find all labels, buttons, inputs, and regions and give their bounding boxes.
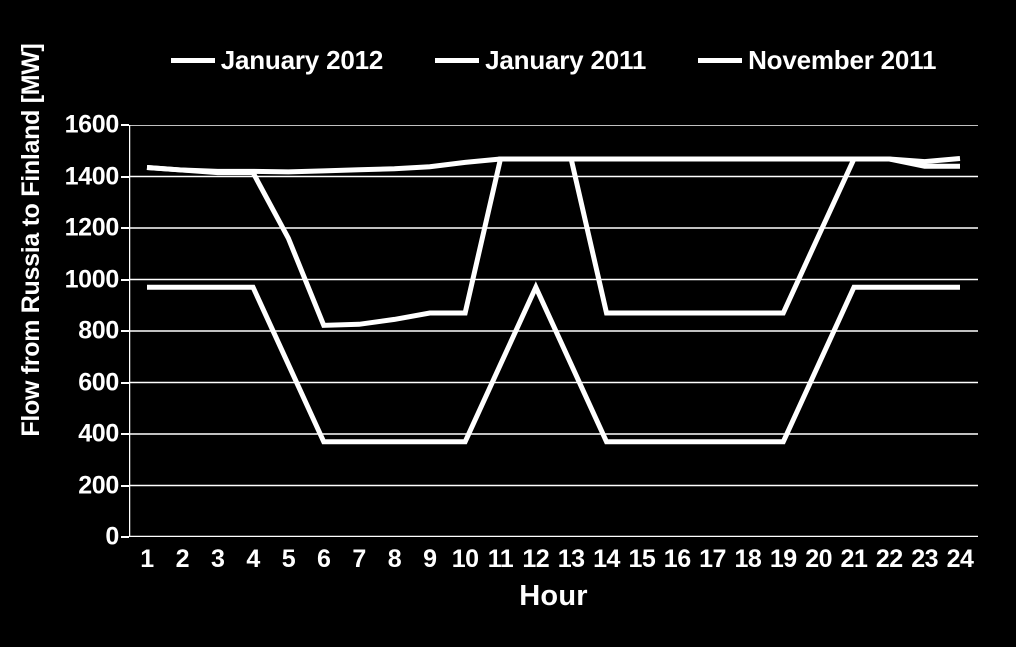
legend-line-swatch-icon bbox=[698, 57, 743, 63]
x-tick-label: 16 bbox=[663, 545, 691, 573]
y-tick-mark bbox=[121, 484, 129, 487]
x-tick-label: 13 bbox=[557, 545, 585, 573]
legend-label: January 2012 bbox=[220, 45, 384, 75]
y-tick-label: 800 bbox=[78, 316, 119, 345]
series-line-january-2011 bbox=[146, 156, 960, 328]
legend-label: November 2011 bbox=[748, 45, 937, 75]
x-tick-label: 12 bbox=[522, 545, 550, 573]
x-tick-label: 5 bbox=[281, 545, 296, 573]
x-tick-label: 10 bbox=[451, 545, 479, 573]
x-tick-label: 17 bbox=[699, 545, 726, 573]
x-tick-label: 1 bbox=[140, 545, 154, 573]
legend-label: January 2011 bbox=[485, 45, 647, 75]
chart-figure: January 2012 January 2011 November 2011 … bbox=[0, 0, 1016, 647]
legend-item-november-2011: November 2011 bbox=[698, 47, 936, 73]
y-tick-mark bbox=[121, 330, 129, 332]
y-tick-mark bbox=[121, 175, 129, 178]
chart-canvas bbox=[129, 125, 978, 537]
x-tick-label: 14 bbox=[593, 545, 620, 573]
x-tick-label: 23 bbox=[911, 545, 939, 573]
legend-line-swatch-icon bbox=[170, 57, 215, 63]
y-axis-tick-labels: 0 200 400 600 800 1000 1200 1400 1600 bbox=[0, 0, 129, 647]
x-tick-label: 24 bbox=[946, 545, 974, 573]
y-tick-label: 0 bbox=[105, 522, 119, 551]
y-tick-mark bbox=[121, 278, 129, 281]
legend-item-january-2011: January 2011 bbox=[435, 47, 646, 73]
x-tick-label: 4 bbox=[246, 545, 260, 573]
legend-line-swatch-icon bbox=[435, 57, 480, 63]
x-tick-label: 19 bbox=[769, 545, 797, 573]
y-tick-label: 400 bbox=[78, 419, 119, 448]
y-tick-label: 1400 bbox=[64, 162, 120, 190]
x-tick-label: 3 bbox=[210, 545, 225, 573]
x-tick-label: 6 bbox=[317, 545, 331, 573]
legend-item-january-2012: January 2012 bbox=[170, 45, 384, 75]
y-tick-label: 1200 bbox=[64, 213, 120, 242]
x-tick-label: 21 bbox=[840, 545, 868, 573]
y-tick-mark bbox=[121, 536, 129, 538]
y-tick-mark bbox=[121, 433, 129, 435]
y-tick-label: 200 bbox=[78, 471, 119, 499]
series-line-november-2011 bbox=[147, 281, 960, 445]
x-tick-label: 20 bbox=[805, 545, 832, 573]
y-tick-mark bbox=[121, 227, 129, 229]
x-axis-title: Hour bbox=[519, 580, 588, 612]
y-tick-mark bbox=[121, 381, 129, 384]
x-tick-label: 18 bbox=[734, 545, 762, 573]
x-tick-label: 9 bbox=[423, 545, 437, 573]
chart-legend: January 2012 January 2011 November 2011 bbox=[129, 38, 978, 82]
x-tick-label: 22 bbox=[875, 545, 903, 573]
x-axis-tick-labels: 1 2 3 4 5 6 7 8 9 10 11 12 13 14 15 16 17 18 19 20 21 22 23 24 bbox=[129, 545, 978, 581]
x-tick-label: 11 bbox=[487, 545, 514, 573]
y-tick-mark bbox=[121, 124, 129, 126]
x-tick-label: 2 bbox=[175, 545, 190, 573]
x-tick-label: 15 bbox=[628, 545, 656, 573]
x-tick-label: 7 bbox=[352, 545, 366, 573]
y-tick-label: 600 bbox=[78, 368, 119, 396]
y-tick-label: 1600 bbox=[64, 110, 120, 139]
plot-area bbox=[129, 125, 978, 537]
x-tick-label: 8 bbox=[387, 545, 402, 573]
y-tick-label: 1000 bbox=[64, 265, 120, 293]
series-lines bbox=[146, 155, 961, 445]
